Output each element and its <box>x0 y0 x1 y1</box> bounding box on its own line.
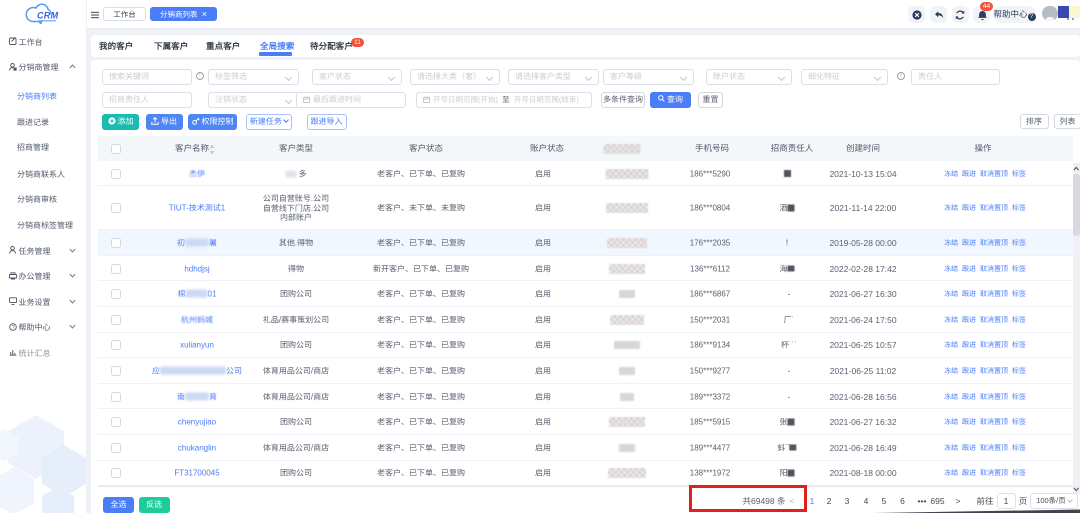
svg-text:?: ? <box>11 324 14 330</box>
svg-text:CRM: CRM <box>37 11 59 21</box>
